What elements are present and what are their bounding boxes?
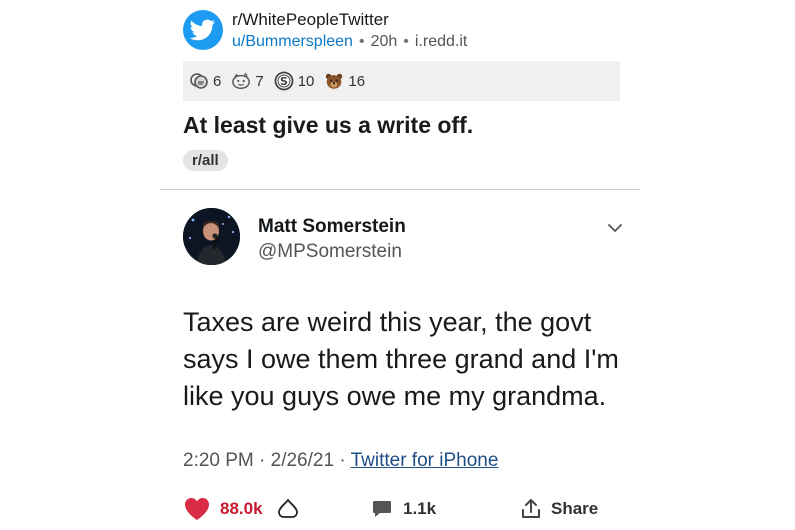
meta-separator: •	[358, 33, 365, 50]
post-age: 20h	[370, 33, 398, 50]
post-meta: u/Bummerspleen • 20h • i.redd.it	[232, 33, 467, 51]
share-label: Share	[551, 499, 599, 518]
meta-separator: •	[403, 33, 409, 50]
post-flair[interactable]: r/all	[183, 150, 228, 171]
divider	[160, 189, 640, 190]
tweet-timestamp: 2:20 PM · 2/26/21 · Twitter for iPhone	[183, 450, 498, 472]
share-icon	[522, 499, 540, 518]
bear-award-icon	[324, 71, 344, 91]
tweet-actions: 88.0k 1.1k Share	[183, 493, 603, 525]
tweet-text-line: says I owe them three grand and I'm	[183, 344, 619, 374]
tweet-author-name[interactable]: Matt Somerstein	[258, 216, 406, 238]
upvote-button[interactable]	[275, 493, 301, 525]
tweet-text-line: like you guys owe me my grandma.	[183, 381, 607, 411]
upvote-icon	[278, 499, 298, 518]
wholesome-award-icon	[231, 71, 251, 91]
like-count: 88.0k	[220, 499, 263, 518]
tweet-source-link[interactable]: Twitter for iPhone	[351, 450, 499, 471]
tweet-time: 2:20 PM · 2/26/21 ·	[183, 450, 351, 471]
svg-text:S: S	[280, 75, 288, 88]
subreddit-icon[interactable]	[183, 10, 223, 50]
award-coin[interactable]: S 10	[274, 71, 315, 91]
silver-award-icon	[189, 71, 209, 91]
tweet-text: Taxes are weird this year, the govt says…	[183, 304, 653, 415]
post-title[interactable]: At least give us a write off.	[183, 112, 473, 139]
comment-button[interactable]: 1.1k	[371, 493, 436, 525]
comment-count: 1.1k	[403, 499, 437, 518]
tweet-text-line: Taxes are weird this year, the govt	[183, 307, 592, 337]
awards-bar[interactable]: 6 7 S 10 16	[183, 61, 620, 101]
heart-icon	[185, 498, 209, 520]
award-count: 6	[213, 72, 222, 90]
subreddit-name[interactable]: r/WhitePeopleTwitter	[232, 10, 389, 30]
comment-icon	[373, 501, 391, 517]
chevron-down-icon[interactable]	[605, 220, 625, 236]
like-button[interactable]: 88.0k	[183, 493, 263, 525]
post-domain[interactable]: i.redd.it	[415, 33, 467, 50]
share-button[interactable]: Share	[520, 493, 598, 525]
tweet-author-handle[interactable]: @MPSomerstein	[258, 241, 402, 263]
award-wholesome[interactable]: 7	[231, 71, 264, 91]
avatar[interactable]	[183, 208, 240, 265]
award-count: 7	[255, 72, 264, 90]
award-silver[interactable]: 6	[189, 71, 221, 91]
bird-icon	[189, 19, 215, 41]
post-author[interactable]: u/Bummerspleen	[232, 33, 353, 50]
award-count: 10	[297, 72, 315, 90]
award-bear[interactable]: 16	[324, 71, 365, 91]
coin-award-icon: S	[274, 71, 294, 91]
award-count: 16	[348, 72, 366, 90]
